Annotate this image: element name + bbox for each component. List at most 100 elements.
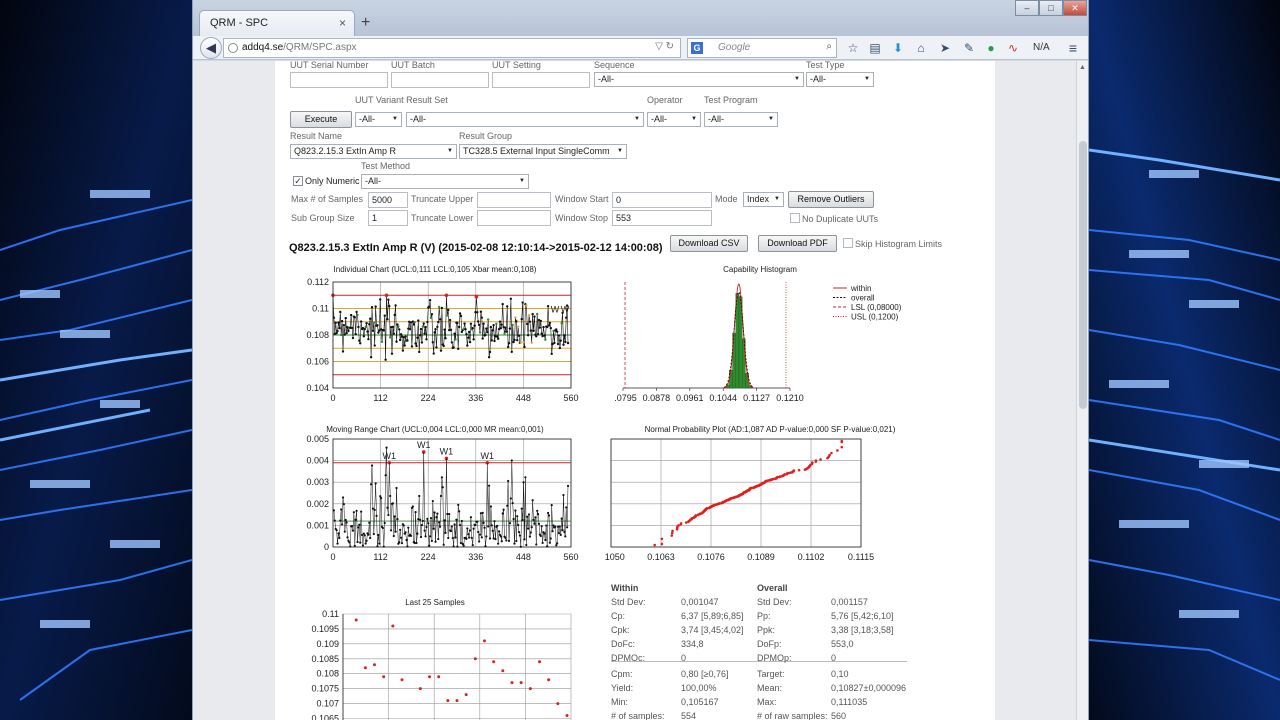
uut-batch-input[interactable] bbox=[391, 72, 489, 88]
legend-label: overall bbox=[851, 294, 875, 303]
data-point bbox=[527, 314, 531, 317]
x-tick-label: 0.1210 bbox=[776, 393, 804, 403]
data-point bbox=[429, 316, 433, 320]
only-numeric-checkbox[interactable]: ✓ bbox=[293, 176, 303, 186]
test-type-label: Test Type bbox=[806, 61, 845, 70]
browser-tab[interactable]: QRM - SPC × bbox=[199, 10, 355, 36]
scroll-thumb[interactable] bbox=[1079, 141, 1087, 409]
reload-icon[interactable]: ▽ ↻ bbox=[655, 41, 674, 52]
operator-select[interactable]: -All- ▼ bbox=[647, 112, 701, 127]
data-point bbox=[364, 325, 367, 329]
data-point bbox=[505, 330, 508, 333]
data-point bbox=[520, 317, 523, 321]
normal-probability-plot: 0.1050 0.1063 0.1076 0.1089 0.1102 0.1115 bbox=[605, 438, 874, 562]
data-point bbox=[519, 341, 523, 344]
data-point bbox=[545, 325, 549, 329]
x-tick-label: 0.1102 bbox=[798, 552, 825, 562]
scroll-up-icon[interactable]: ▲ bbox=[1079, 64, 1086, 71]
truncate-upper-input[interactable] bbox=[477, 192, 551, 208]
legend-label: USL (0,1200) bbox=[851, 313, 899, 322]
tab-close-icon[interactable]: × bbox=[339, 16, 346, 30]
maximize-button[interactable]: □ bbox=[1039, 0, 1063, 16]
test-program-select[interactable]: -All- ▼ bbox=[704, 112, 778, 127]
probability-point bbox=[828, 453, 831, 457]
uut-setting-input[interactable] bbox=[492, 72, 590, 88]
rule-violation-label: W bbox=[551, 305, 560, 315]
menu-icon[interactable]: ≡ bbox=[1065, 40, 1081, 56]
browser-window: QRM - SPC × + – □ ✕ ◀ addq4.se/QRM/SPC.a… bbox=[192, 0, 1089, 720]
x-tick-label: 336 bbox=[468, 393, 483, 403]
google-engine-icon[interactable]: G bbox=[691, 42, 703, 54]
within-stat-label: Yield: bbox=[611, 683, 634, 693]
bookmark-star-icon[interactable]: ☆ bbox=[845, 40, 861, 56]
probability-point bbox=[671, 529, 674, 533]
window-start-input[interactable]: 0 bbox=[612, 192, 712, 208]
data-point bbox=[336, 329, 339, 333]
send-icon[interactable]: ➤ bbox=[937, 40, 953, 56]
data-point bbox=[465, 333, 468, 336]
subgroup-input[interactable]: 1 bbox=[368, 210, 408, 226]
within-title: Within bbox=[611, 583, 639, 593]
search-bar[interactable]: G Google ⌕ bbox=[687, 38, 837, 58]
data-point bbox=[442, 344, 445, 348]
truncate-lower-input[interactable] bbox=[477, 210, 551, 226]
window-stop-input[interactable]: 553 bbox=[612, 210, 712, 226]
within-stat-label: DPMOc: bbox=[611, 653, 646, 663]
addon-icon[interactable]: ✎ bbox=[961, 40, 977, 56]
max-samples-input[interactable]: 5000 bbox=[368, 192, 408, 208]
result-set-select[interactable]: -All- ▼ bbox=[406, 112, 644, 127]
probability-point bbox=[749, 486, 753, 490]
sample-point bbox=[556, 702, 560, 706]
data-point bbox=[398, 338, 402, 342]
data-point bbox=[437, 305, 441, 309]
site-identity-icon[interactable] bbox=[228, 43, 238, 53]
remove-outliers-button[interactable]: Remove Outliers bbox=[788, 191, 874, 208]
extension-globe-icon[interactable]: ● bbox=[983, 40, 999, 56]
download-csv-button[interactable]: Download CSV bbox=[670, 235, 748, 252]
data-point bbox=[419, 327, 423, 331]
data-point bbox=[430, 312, 434, 316]
within-stat-label: DoFc: bbox=[611, 639, 636, 649]
new-tab-icon[interactable]: + bbox=[361, 14, 370, 32]
bookmarks-list-icon[interactable]: ▤ bbox=[867, 40, 883, 56]
sample-point bbox=[538, 660, 541, 664]
mode-select[interactable]: Index ▼ bbox=[743, 192, 784, 207]
downloads-icon[interactable]: ⬇ bbox=[890, 40, 906, 56]
data-point bbox=[337, 321, 340, 324]
skip-histogram-checkbox[interactable] bbox=[843, 238, 853, 248]
probability-point bbox=[694, 514, 698, 517]
no-duplicate-checkbox[interactable] bbox=[790, 213, 800, 223]
data-point bbox=[469, 322, 473, 325]
data-point bbox=[521, 301, 524, 304]
uut-serial-input[interactable] bbox=[290, 72, 388, 88]
page-scrollbar[interactable]: ▲ bbox=[1076, 61, 1088, 720]
close-window-button[interactable]: ✕ bbox=[1063, 0, 1087, 16]
data-point bbox=[425, 338, 428, 341]
data-point bbox=[335, 331, 338, 335]
data-point bbox=[495, 322, 498, 325]
operator-label: Operator bbox=[647, 95, 683, 105]
data-point bbox=[359, 342, 362, 345]
minimize-button[interactable]: – bbox=[1015, 0, 1039, 16]
test-type-select[interactable]: -All- ▼ bbox=[806, 72, 874, 87]
result-name-select[interactable]: Q823.2.15.3 ExtIn Amp R ▼ bbox=[290, 144, 457, 159]
variant-select[interactable]: -All- ▼ bbox=[355, 112, 402, 127]
max-samples-label: Max # of Samples bbox=[291, 194, 364, 204]
individual-chart-title: Individual Chart (UCL:0,111 LCL:0,105 Xb… bbox=[333, 265, 537, 274]
data-point bbox=[435, 346, 438, 349]
y-tick-label: 0.11 bbox=[322, 609, 339, 619]
test-method-select[interactable]: -All- ▼ bbox=[361, 174, 529, 189]
address-bar[interactable]: addq4.se/QRM/SPC.aspx ▽ ↻ bbox=[223, 38, 681, 58]
download-pdf-button[interactable]: Download PDF bbox=[758, 235, 837, 252]
graph-extension-icon[interactable]: ∿ bbox=[1005, 40, 1021, 56]
result-group-select[interactable]: TC328.5 External Input SingleComm ▼ bbox=[459, 144, 627, 159]
sequence-select[interactable]: -All- ▼ bbox=[594, 72, 804, 87]
probability-point bbox=[653, 543, 656, 547]
data-point bbox=[516, 338, 519, 342]
execute-button[interactable]: Execute bbox=[290, 111, 352, 128]
data-point bbox=[438, 318, 442, 321]
home-icon[interactable]: ⌂ bbox=[913, 40, 929, 56]
search-icon[interactable]: ⌕ bbox=[826, 41, 832, 52]
capability-stats: Within Overall Std Dev: 0,001047 Cp: 6,37 [… bbox=[611, 581, 911, 720]
back-arrow-icon[interactable]: ◀ bbox=[200, 37, 222, 59]
